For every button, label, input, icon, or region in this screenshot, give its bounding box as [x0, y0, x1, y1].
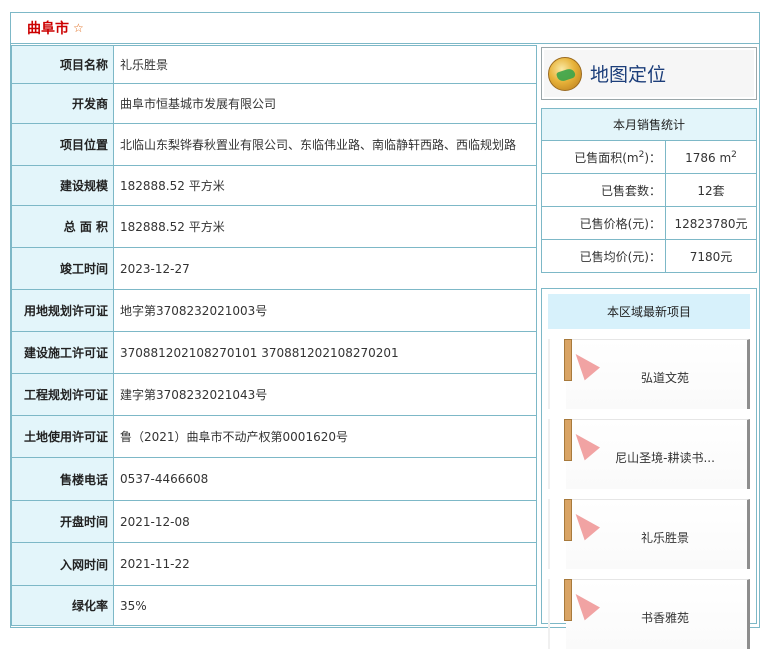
- info-value: 建字第3708232021043号: [113, 373, 537, 416]
- project-card[interactable]: 尼山圣境-耕读书...: [548, 419, 750, 489]
- info-row-land-use-permit: 土地使用许可证 鲁（2021）曲阜市不动产权第0001620号: [11, 415, 537, 458]
- title-bar: 曲阜市 ☆: [11, 13, 759, 44]
- info-label: 总 面 积: [11, 205, 114, 248]
- info-value: 182888.52 平方米: [113, 205, 537, 248]
- project-detail-panel: 曲阜市 ☆ 项目名称 礼乐胜景 开发商 曲阜市恒基城市发展有限公司 项目位置 北…: [10, 12, 760, 649]
- info-label: 售楼电话: [11, 457, 114, 501]
- info-value: 182888.52 平方米: [113, 165, 537, 206]
- info-row-construction-permit: 建设施工许可证 370881202108270101 3708812021082…: [11, 331, 537, 374]
- info-value: 0537-4466608: [113, 457, 537, 501]
- info-label: 项目名称: [11, 45, 114, 84]
- info-row-total-area: 总 面 积 182888.52 平方米: [11, 205, 537, 248]
- info-value: 曲阜市恒基城市发展有限公司: [113, 83, 537, 124]
- info-value: 2021-12-08: [113, 500, 537, 543]
- stat-row-area: 已售面积(m2)： 1786 m2: [541, 140, 757, 174]
- info-label: 建设规模: [11, 165, 114, 206]
- stat-row-price: 已售价格(元)： 12823780元: [541, 206, 757, 240]
- info-label: 工程规划许可证: [11, 373, 114, 416]
- info-label: 入网时间: [11, 542, 114, 586]
- stat-value: 7180元: [665, 239, 757, 273]
- project-name-link[interactable]: 弘道文苑: [580, 369, 750, 386]
- city-name[interactable]: 曲阜市: [27, 18, 69, 38]
- project-card[interactable]: 礼乐胜景: [548, 499, 750, 569]
- info-label: 开发商: [11, 83, 114, 124]
- project-card[interactable]: 弘道文苑: [548, 339, 750, 409]
- info-value: 鲁（2021）曲阜市不动产权第0001620号: [113, 415, 537, 458]
- info-label: 建设施工许可证: [11, 331, 114, 374]
- new-projects-title: 本区域最新项目: [548, 294, 750, 329]
- map-location-button[interactable]: 地图定位: [541, 47, 757, 100]
- info-row-scale: 建设规模 182888.52 平方米: [11, 165, 537, 206]
- stat-value: 12823780元: [665, 206, 757, 240]
- info-row-opening-date: 开盘时间 2021-12-08: [11, 500, 537, 543]
- stat-value: 1786 m2: [665, 140, 757, 174]
- globe-icon: [548, 56, 582, 91]
- info-row-listing-date: 入网时间 2021-11-22: [11, 542, 537, 586]
- sales-stats-title: 本月销售统计: [541, 108, 757, 141]
- info-row-location: 项目位置 北临山东梨铧春秋置业有限公司、东临伟业路、南临静轩西路、西临规划路: [11, 123, 537, 166]
- info-label: 竣工时间: [11, 247, 114, 290]
- info-row-land-plan-permit: 用地规划许可证 地字第3708232021003号: [11, 289, 537, 332]
- info-label: 项目位置: [11, 123, 114, 166]
- info-label: 用地规划许可证: [11, 289, 114, 332]
- stat-label: 已售均价(元)：: [541, 239, 666, 273]
- stat-row-count: 已售套数： 12套: [541, 173, 757, 207]
- right-column: 地图定位 本月销售统计 已售面积(m2)： 1786 m2 已售套数： 12套 …: [541, 47, 757, 649]
- info-value: 礼乐胜景: [113, 45, 537, 84]
- stat-row-average: 已售均价(元)： 7180元: [541, 239, 757, 273]
- project-name-link[interactable]: 尼山圣境-耕读书...: [580, 449, 750, 466]
- monthly-sales-table: 本月销售统计 已售面积(m2)： 1786 m2 已售套数： 12套 已售价格(…: [541, 108, 757, 273]
- info-value: 2023-12-27: [113, 247, 537, 290]
- info-label: 绿化率: [11, 585, 114, 626]
- star-icon: ☆: [73, 21, 84, 35]
- stat-label: 已售套数：: [541, 173, 666, 207]
- info-row-completion: 竣工时间 2023-12-27: [11, 247, 537, 290]
- stat-value: 12套: [665, 173, 757, 207]
- project-name-link[interactable]: 礼乐胜景: [580, 529, 750, 546]
- info-label: 土地使用许可证: [11, 415, 114, 458]
- project-name-link[interactable]: 书香雅苑: [580, 609, 750, 626]
- info-value: 370881202108270101 370881202108270201: [113, 331, 537, 374]
- info-value: 地字第3708232021003号: [113, 289, 537, 332]
- info-row-sales-phone: 售楼电话 0537-4466608: [11, 457, 537, 501]
- project-info-table: 项目名称 礼乐胜景 开发商 曲阜市恒基城市发展有限公司 项目位置 北临山东梨铧春…: [11, 45, 537, 626]
- stat-label: 已售面积(m2)：: [541, 140, 666, 174]
- project-card[interactable]: 书香雅苑: [548, 579, 750, 649]
- info-row-green-rate: 绿化率 35%: [11, 585, 537, 626]
- info-label: 开盘时间: [11, 500, 114, 543]
- map-location-label: 地图定位: [590, 64, 667, 86]
- stat-label: 已售价格(元)：: [541, 206, 666, 240]
- info-value: 2021-11-22: [113, 542, 537, 586]
- info-value: 北临山东梨铧春秋置业有限公司、东临伟业路、南临静轩西路、西临规划路: [113, 123, 537, 166]
- info-row-engineering-permit: 工程规划许可证 建字第3708232021043号: [11, 373, 537, 416]
- info-row-name: 项目名称 礼乐胜景: [11, 45, 537, 84]
- info-row-developer: 开发商 曲阜市恒基城市发展有限公司: [11, 83, 537, 124]
- new-projects-panel: 本区域最新项目 弘道文苑 尼山圣境-耕读书... 礼乐胜景 书香雅苑: [541, 288, 757, 649]
- info-value: 35%: [113, 585, 537, 626]
